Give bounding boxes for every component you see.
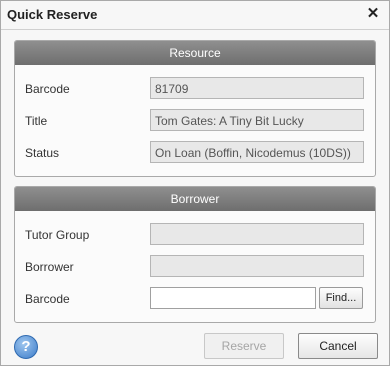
window-title: Quick Reserve	[7, 7, 98, 22]
borrower-barcode-label: Barcode	[25, 292, 70, 306]
borrower-header: Borrower	[15, 187, 375, 211]
borrower-row: Borrower	[25, 255, 365, 279]
resource-title-field: Tom Gates: A Tiny Bit Lucky	[150, 109, 364, 131]
resource-title-row: Title Tom Gates: A Tiny Bit Lucky	[25, 109, 365, 133]
reserve-button[interactable]: Reserve	[204, 333, 284, 359]
resource-barcode-row: Barcode 81709	[25, 77, 365, 101]
borrower-field	[150, 255, 364, 277]
resource-barcode-field: 81709	[150, 77, 364, 99]
close-icon[interactable]: ✕	[365, 6, 381, 22]
resource-title-label: Title	[25, 114, 48, 128]
resource-barcode-label: Barcode	[25, 82, 70, 96]
tutor-group-field	[150, 223, 364, 245]
resource-panel: Resource Barcode 81709 Title Tom Gates: …	[14, 40, 376, 177]
tutor-group-label: Tutor Group	[25, 228, 90, 242]
tutor-group-row: Tutor Group	[25, 223, 365, 247]
resource-status-row: Status On Loan (Boffin, Nicodemus (10DS)…	[25, 141, 365, 165]
borrower-barcode-input[interactable]	[150, 287, 316, 309]
resource-status-field: On Loan (Boffin, Nicodemus (10DS))	[150, 141, 364, 163]
cancel-button[interactable]: Cancel	[298, 333, 378, 359]
borrower-barcode-row: Barcode Find...	[25, 287, 365, 311]
find-button[interactable]: Find...	[319, 287, 363, 309]
help-icon[interactable]: ?	[14, 335, 38, 359]
resource-status-label: Status	[25, 146, 60, 160]
borrower-label: Borrower	[25, 260, 74, 274]
borrower-panel: Borrower Tutor Group Borrower Barcode Fi…	[14, 186, 376, 323]
quick-reserve-dialog: Quick Reserve ✕ Resource Barcode 81709 T…	[0, 0, 390, 366]
resource-header: Resource	[15, 41, 375, 65]
title-bar: Quick Reserve ✕	[1, 1, 389, 30]
